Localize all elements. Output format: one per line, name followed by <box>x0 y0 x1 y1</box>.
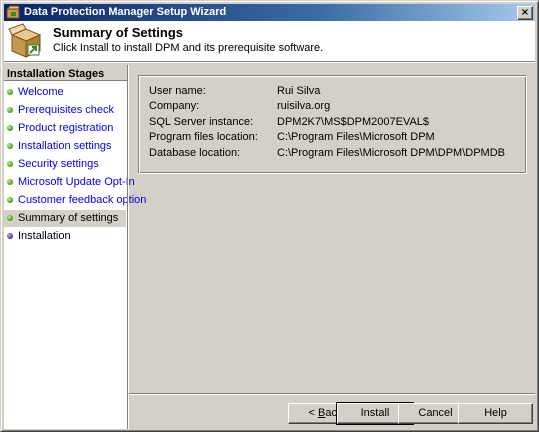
completed-stage-icon <box>7 125 13 131</box>
summary-key: Database location: <box>149 147 241 159</box>
summary-key: Program files location: <box>149 131 258 143</box>
stage-installation: Installation <box>4 228 126 245</box>
setup-box-icon <box>8 23 42 58</box>
completed-stage-icon <box>7 143 13 149</box>
stage-customer-feedback-option[interactable]: Customer feedback option <box>4 192 146 209</box>
footer-divider <box>129 393 535 395</box>
stage-microsoft-update-opt-in[interactable]: Microsoft Update Opt-In <box>4 174 135 191</box>
stage-label: Installation settings <box>18 140 112 152</box>
stage-label: Welcome <box>18 86 64 98</box>
cancel-label: Cancel <box>418 407 453 419</box>
stage-summary-of-settings: Summary of settings <box>4 210 126 227</box>
stage-product-registration[interactable]: Product registration <box>4 120 126 137</box>
summary-row-database-location: Database location: C:\Program Files\Micr… <box>149 147 524 161</box>
summary-value: ruisilva.org <box>277 100 331 112</box>
summary-key: User name: <box>149 85 206 97</box>
summary-value: C:\Program Files\Microsoft DPM\DPM\DPMDB <box>277 147 505 159</box>
stage-label: Microsoft Update Opt-In <box>18 176 135 188</box>
summary-key: Company: <box>149 100 200 112</box>
stage-label: Product registration <box>18 122 114 134</box>
help-button[interactable]: Help <box>458 403 533 424</box>
stage-label: Summary of settings <box>18 212 119 224</box>
stage-label: Installation <box>18 230 71 242</box>
summary-row-user-name: User name: Rui Silva <box>149 85 524 99</box>
completed-stage-icon <box>7 161 13 167</box>
close-button[interactable]: × <box>517 6 533 20</box>
setup-app-icon <box>6 5 20 19</box>
help-label: Help <box>484 407 507 419</box>
back-label-prefix: < <box>308 407 318 419</box>
stage-welcome[interactable]: Welcome <box>4 84 126 101</box>
stage-prerequisites-check[interactable]: Prerequisites check <box>4 102 126 119</box>
completed-stage-icon <box>7 107 13 113</box>
summary-row-company: Company: ruisilva.org <box>149 100 524 114</box>
summary-row-program-files: Program files location: C:\Program Files… <box>149 131 524 145</box>
stages-heading: Installation Stages <box>4 65 127 81</box>
title-bar[interactable]: Data Protection Manager Setup Wizard × <box>4 4 535 21</box>
summary-value: C:\Program Files\Microsoft DPM <box>277 131 435 143</box>
setup-wizard-window: Data Protection Manager Setup Wizard × S… <box>0 0 539 432</box>
close-icon: × <box>520 7 530 18</box>
summary-key: SQL Server instance: <box>149 116 254 128</box>
window-title: Data Protection Manager Setup Wizard <box>24 6 227 18</box>
stage-label: Security settings <box>18 158 99 170</box>
pending-stage-icon <box>7 233 13 239</box>
summary-row-sql-instance: SQL Server instance: DPM2K7\MS$DPM2007EV… <box>149 116 524 130</box>
sidebar-divider <box>127 65 129 429</box>
page-subtitle: Click Install to install DPM and its pre… <box>53 42 324 54</box>
completed-stage-icon <box>7 197 13 203</box>
installation-stages-sidebar: Installation Stages Welcome Prerequisite… <box>4 65 146 429</box>
wizard-header: Summary of Settings Click Install to ins… <box>4 21 535 61</box>
stage-installation-settings[interactable]: Installation settings <box>4 138 126 155</box>
summary-value: DPM2K7\MS$DPM2007EVAL$ <box>277 116 430 128</box>
settings-summary-panel: User name: Rui Silva Company: ruisilva.o… <box>138 75 527 174</box>
current-stage-icon <box>7 215 13 221</box>
summary-value: Rui Silva <box>277 85 321 97</box>
completed-stage-icon <box>7 89 13 95</box>
page-title: Summary of Settings <box>53 25 184 40</box>
completed-stage-icon <box>7 179 13 185</box>
install-label: Install <box>360 407 390 419</box>
header-divider <box>4 61 535 63</box>
stage-label: Prerequisites check <box>18 104 114 116</box>
stage-security-settings[interactable]: Security settings <box>4 156 126 173</box>
